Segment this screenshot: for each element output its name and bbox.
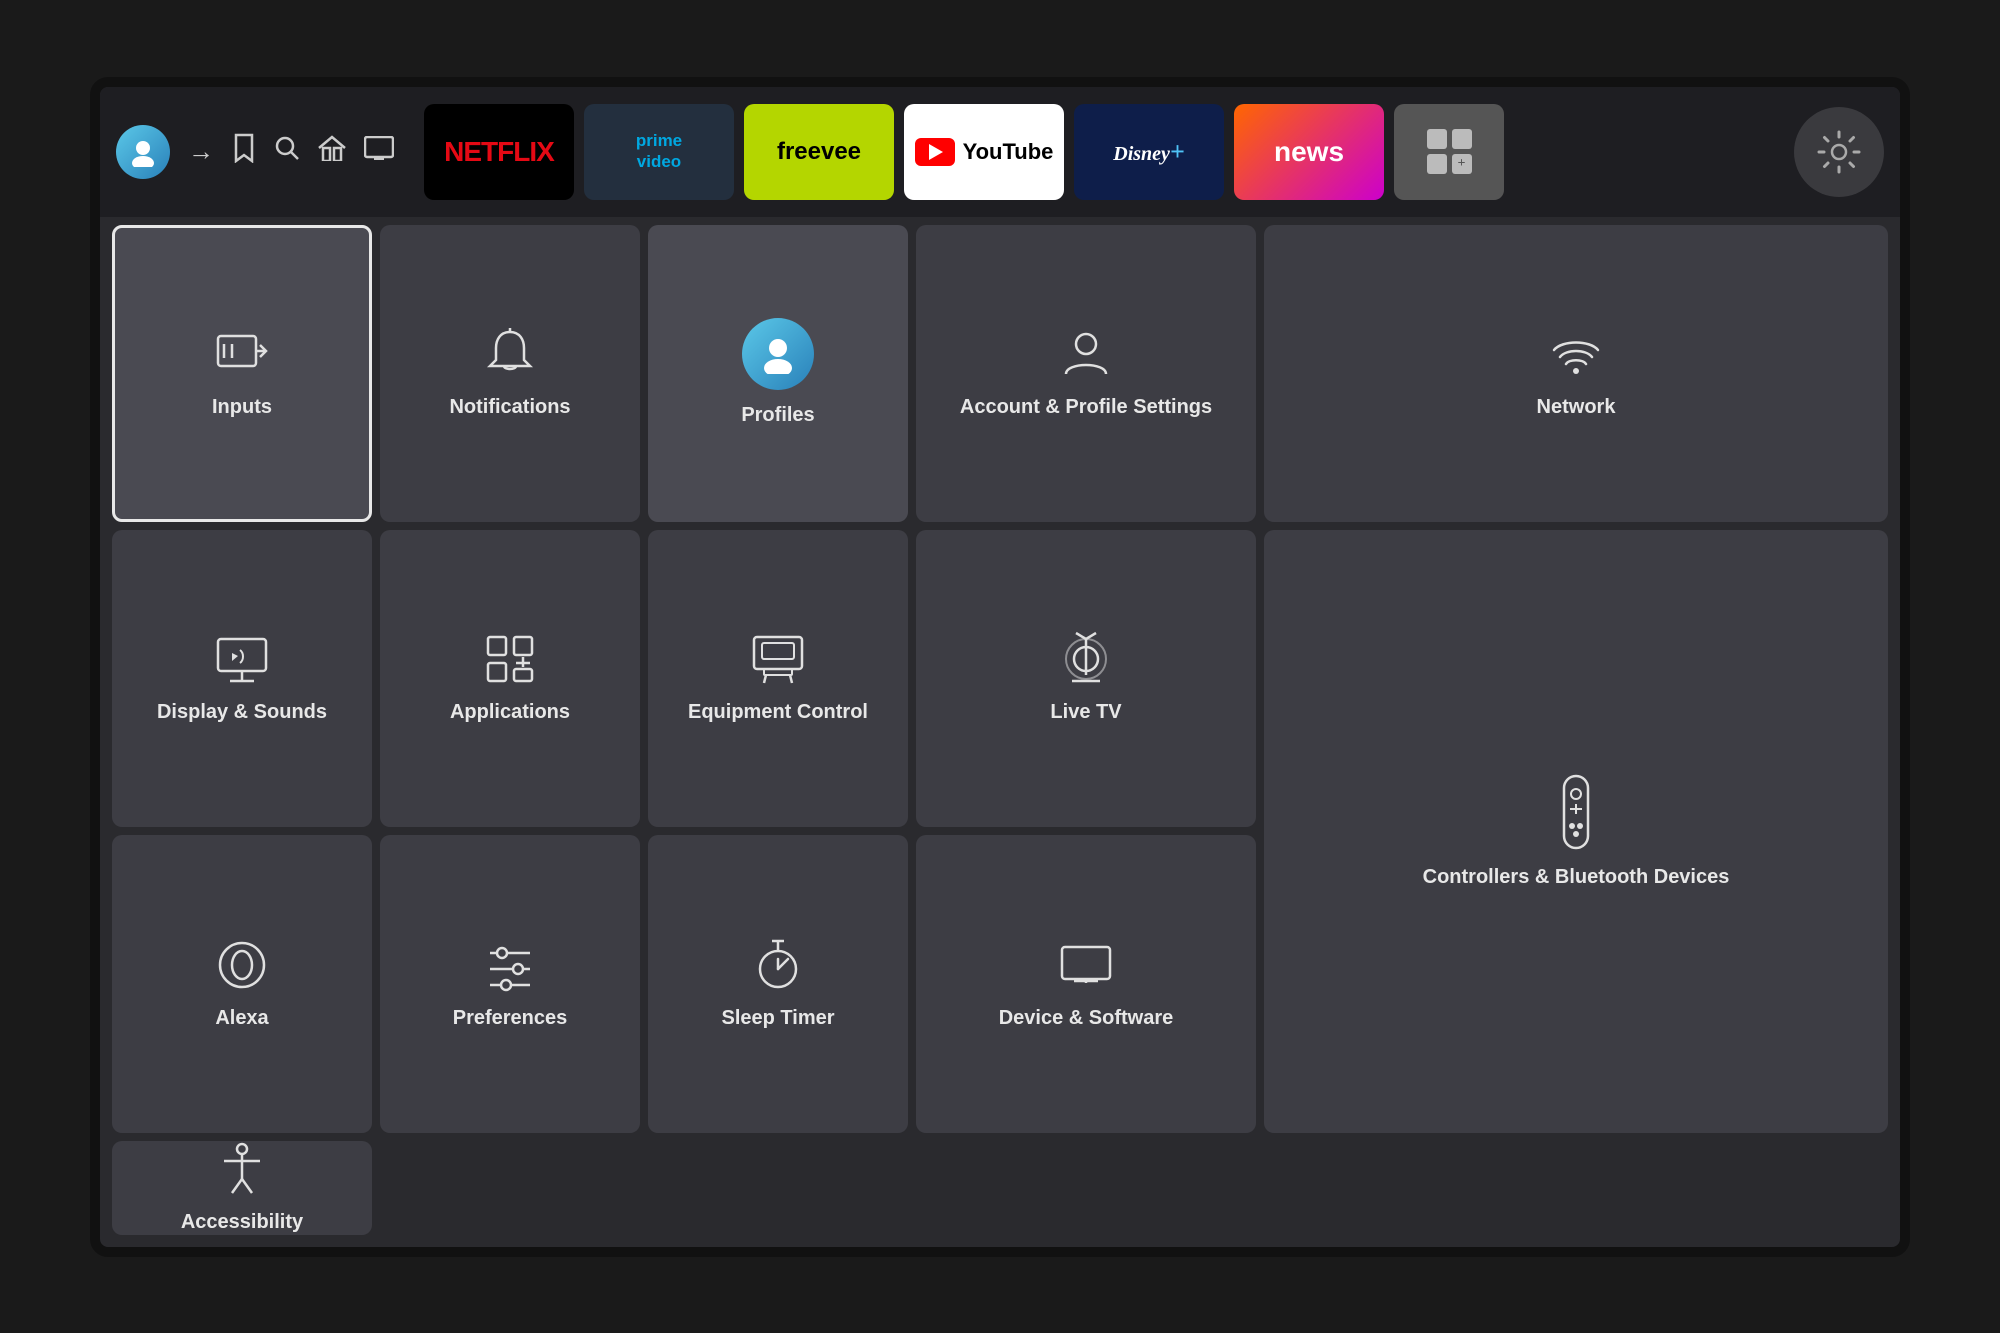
tv-screen-icon	[1058, 937, 1114, 993]
network-label: Network	[1537, 394, 1616, 420]
inputs-item[interactable]: Inputs	[112, 225, 372, 522]
antenna-icon	[1058, 631, 1114, 687]
account-profile-label: Account & Profile Settings	[960, 394, 1212, 420]
applications-label: Applications	[450, 699, 570, 725]
disney-tile[interactable]: Disney+	[1074, 104, 1224, 200]
account-profile-item[interactable]: Account & Profile Settings	[916, 225, 1256, 522]
alexa-item[interactable]: Alexa	[112, 835, 372, 1132]
disney-label: Disney+	[1113, 137, 1185, 167]
display-sounds-label: Display & Sounds	[157, 699, 327, 725]
profiles-avatar-icon	[742, 318, 814, 390]
profiles-label: Profiles	[741, 402, 814, 428]
news-tile[interactable]: news	[1234, 104, 1384, 200]
apps-icon	[482, 631, 538, 687]
netflix-label: NETFLIX	[444, 136, 554, 168]
freevee-label: freevee	[777, 138, 861, 166]
applications-item[interactable]: Applications	[380, 530, 640, 827]
live-tv-label: Live TV	[1050, 699, 1121, 725]
alexa-icon	[214, 937, 270, 993]
sleep-timer-label: Sleep Timer	[721, 1005, 834, 1031]
youtube-play-icon	[915, 138, 955, 166]
more-plus: +	[1452, 154, 1472, 174]
inputs-label: Inputs	[212, 394, 272, 420]
live-tv-item[interactable]: Live TV	[916, 530, 1256, 827]
network-item[interactable]: Network	[1264, 225, 1888, 522]
more-apps-tile[interactable]: +	[1394, 104, 1504, 200]
tv-screen: →	[90, 77, 1910, 1257]
wifi-icon	[1548, 326, 1604, 382]
youtube-label: YouTube	[963, 139, 1054, 165]
prime-tile[interactable]: prime video	[584, 104, 734, 200]
input-icon	[214, 326, 270, 382]
more-dot-3	[1427, 154, 1447, 174]
more-dot-1	[1427, 129, 1447, 149]
alexa-label: Alexa	[215, 1005, 268, 1031]
accessibility-icon	[214, 1141, 270, 1197]
more-grid: +	[1419, 121, 1480, 182]
bell-icon	[482, 326, 538, 382]
profiles-item[interactable]: Profiles	[648, 225, 908, 522]
person-icon	[1058, 326, 1114, 382]
settings-grid: Inputs Notifications Profiles	[100, 217, 1900, 1247]
monitor-icon	[750, 631, 806, 687]
youtube-tile[interactable]: YouTube	[904, 104, 1064, 200]
preferences-item[interactable]: Preferences	[380, 835, 640, 1132]
remote-icon	[1548, 772, 1604, 852]
search-icon[interactable]	[274, 135, 300, 168]
controllers-bluetooth-item[interactable]: Controllers & Bluetooth Devices	[1264, 530, 1888, 1133]
news-label: news	[1274, 136, 1344, 168]
notifications-item[interactable]: Notifications	[380, 225, 640, 522]
top-nav: →	[100, 87, 1900, 217]
netflix-tile[interactable]: NETFLIX	[424, 104, 574, 200]
display-sounds-item[interactable]: Display & Sounds	[112, 530, 372, 827]
accessibility-label: Accessibility	[181, 1209, 303, 1235]
home-icon[interactable]	[318, 135, 346, 168]
avatar-icon[interactable]	[116, 125, 170, 179]
equipment-control-item[interactable]: Equipment Control	[648, 530, 908, 827]
app-tiles: NETFLIX prime video freevee YouTube Disn…	[424, 104, 1784, 200]
device-software-item[interactable]: Device & Software	[916, 835, 1256, 1132]
accessibility-item[interactable]: Accessibility	[112, 1141, 372, 1235]
display-icon	[214, 631, 270, 687]
prime-label: prime video	[636, 131, 682, 172]
youtube-inner: YouTube	[915, 138, 1054, 166]
sliders-icon	[482, 937, 538, 993]
controllers-bluetooth-label: Controllers & Bluetooth Devices	[1423, 864, 1730, 890]
notifications-label: Notifications	[449, 394, 570, 420]
preferences-label: Preferences	[453, 1005, 568, 1031]
nav-icons: →	[116, 125, 414, 179]
more-dot-2	[1452, 129, 1472, 149]
bookmark-icon[interactable]	[232, 133, 256, 170]
sleep-timer-item[interactable]: Sleep Timer	[648, 835, 908, 1132]
tv-icon[interactable]	[364, 136, 394, 167]
equipment-control-label: Equipment Control	[688, 699, 868, 725]
timer-icon	[750, 937, 806, 993]
settings-gear-icon[interactable]	[1794, 107, 1884, 197]
freevee-tile[interactable]: freevee	[744, 104, 894, 200]
device-software-label: Device & Software	[999, 1005, 1174, 1031]
sign-in-icon[interactable]: →	[188, 137, 214, 167]
